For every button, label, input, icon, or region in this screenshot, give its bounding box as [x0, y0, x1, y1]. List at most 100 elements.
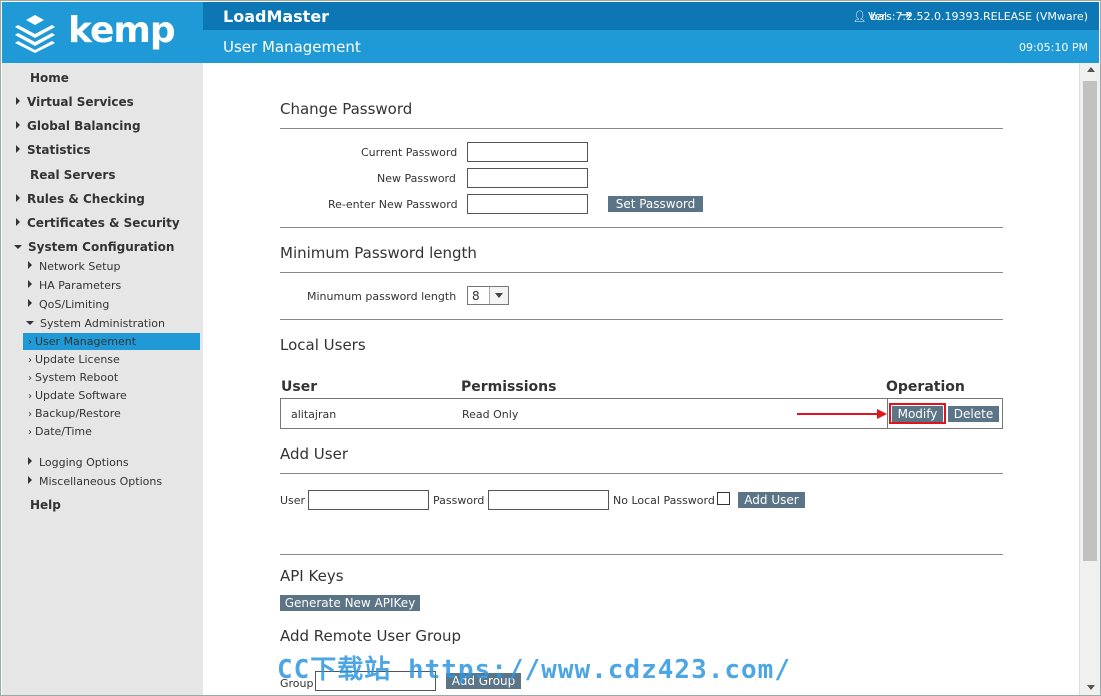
divider: [280, 319, 1003, 320]
add-user-input[interactable]: [308, 490, 429, 510]
nav-ha-parameters[interactable]: HA Parameters: [28, 279, 121, 292]
set-password-button[interactable]: Set Password: [608, 196, 703, 212]
nav-real-servers[interactable]: Real Servers: [30, 168, 116, 182]
nav-virtual-services[interactable]: Virtual Services: [16, 95, 134, 109]
nav-system-reboot[interactable]: › System Reboot: [28, 371, 118, 384]
app-title: LoadMaster: [223, 7, 330, 26]
collapse-icon: [14, 245, 22, 249]
nav-network-setup[interactable]: Network Setup: [28, 260, 120, 273]
divider: [280, 554, 1003, 555]
delete-button[interactable]: Delete: [948, 406, 999, 422]
sub-bar: User Management 09:05:10 PM: [203, 30, 1099, 63]
expand-icon: [28, 476, 32, 484]
expand-icon: [16, 218, 20, 226]
new-password-label: New Password: [377, 172, 456, 185]
vertical-scrollbar[interactable]: [1079, 63, 1100, 695]
nav-label: Certificates & Security: [27, 216, 180, 230]
min-password-label: Minumum password length: [307, 290, 457, 303]
col-operation-header: Operation: [886, 379, 965, 395]
expand-icon: [16, 145, 20, 153]
no-local-password-checkbox[interactable]: [717, 492, 730, 505]
operation-cell: Modify Delete: [887, 398, 1004, 429]
modify-highlight-box: [889, 403, 946, 424]
nav-date-time[interactable]: › Date/Time: [28, 425, 92, 438]
nav-label: System Configuration: [28, 240, 175, 254]
nav-label: System Administration: [40, 317, 166, 330]
nav-system-configuration[interactable]: System Configuration: [14, 240, 174, 254]
nav-label: System Reboot: [35, 371, 119, 384]
current-password-input[interactable]: [467, 142, 588, 162]
chevron-down-icon: [489, 287, 508, 304]
divider: [280, 473, 1003, 474]
sidebar: Home Virtual Services Global Balancing S…: [2, 63, 203, 695]
arrow-right-icon: [877, 409, 887, 419]
expand-icon: [16, 97, 20, 105]
clock: 09:05:10 PM: [1018, 41, 1088, 54]
nav-label: Logging Options: [39, 456, 129, 469]
nav-label: Miscellaneous Options: [39, 475, 163, 488]
current-password-label: Current Password: [361, 146, 458, 159]
nav-label: Update License: [35, 353, 120, 366]
collapse-icon: [26, 321, 34, 325]
add-user-button[interactable]: Add User: [738, 492, 805, 508]
nav-label: Update Software: [35, 389, 127, 402]
nav-update-software[interactable]: › Update Software: [28, 389, 127, 402]
nav-label: Network Setup: [39, 260, 121, 273]
expand-icon: [16, 121, 20, 129]
table-row: alitajran Read Only Modify Delete: [280, 398, 1003, 429]
expand-icon: [28, 299, 32, 307]
reenter-password-label: Re-enter New Password: [328, 198, 458, 211]
min-password-value: 8: [472, 289, 480, 303]
chevron-right-icon: ›: [28, 337, 32, 348]
nav-misc-options[interactable]: Miscellaneous Options: [28, 475, 162, 488]
kemp-logo-icon: [15, 15, 55, 53]
page-title: User Management: [223, 38, 361, 56]
chevron-right-icon: ›: [28, 427, 32, 438]
nav-user-management[interactable]: › User Management: [28, 335, 136, 348]
nav-label: Backup/Restore: [35, 407, 121, 420]
nav-label: Statistics: [27, 143, 91, 157]
add-password-label: Password: [433, 494, 485, 507]
generate-apikey-button[interactable]: Generate New APIKey: [280, 595, 420, 611]
nav-label: Rules & Checking: [27, 192, 145, 206]
nav-backup-restore[interactable]: › Backup/Restore: [28, 407, 121, 420]
chevron-right-icon: ›: [28, 373, 32, 384]
nav-label: Virtual Services: [27, 95, 134, 109]
expand-icon: [28, 457, 32, 465]
nav-qos-limiting[interactable]: QoS/Limiting: [28, 298, 109, 311]
min-password-select[interactable]: 8: [467, 286, 509, 305]
divider: [280, 272, 1003, 273]
min-password-title: Minimum Password length: [280, 244, 477, 262]
scroll-down-icon[interactable]: [1087, 685, 1095, 690]
nav-global-balancing[interactable]: Global Balancing: [16, 119, 141, 133]
api-keys-title: API Keys: [280, 567, 344, 585]
nav-label: HA Parameters: [39, 279, 122, 292]
col-user-header: User: [281, 379, 318, 395]
divider: [280, 227, 1003, 228]
add-password-input[interactable]: [488, 490, 609, 510]
nav-system-administration[interactable]: System Administration: [26, 317, 165, 330]
nav-help[interactable]: Help: [30, 498, 61, 512]
add-user-title: Add User: [280, 445, 348, 463]
user-cell: alitajran: [291, 408, 337, 421]
nav-label: QoS/Limiting: [39, 298, 110, 311]
nav-logging-options[interactable]: Logging Options: [28, 456, 129, 469]
change-password-title: Change Password: [280, 100, 413, 118]
kemp-logo[interactable]: kemp: [2, 2, 203, 63]
add-user-label: User: [280, 494, 306, 507]
new-password-input[interactable]: [467, 168, 588, 188]
reenter-password-input[interactable]: [467, 194, 588, 214]
col-permissions-header: Permissions: [461, 379, 557, 395]
nav-label: Date/Time: [35, 425, 92, 438]
scroll-thumb[interactable]: [1083, 81, 1097, 561]
nav-update-license[interactable]: › Update License: [28, 353, 120, 366]
logo-text: kemp: [68, 10, 176, 51]
version-text: Vers:7.2.52.0.19393.RELEASE (VMware): [868, 10, 1088, 23]
scroll-up-icon[interactable]: [1087, 67, 1095, 72]
nav-rules-checking[interactable]: Rules & Checking: [16, 192, 145, 206]
nav-home[interactable]: Home: [30, 71, 69, 85]
remote-group-title: Add Remote User Group: [280, 627, 462, 645]
nav-statistics[interactable]: Statistics: [16, 143, 91, 157]
app-window: kemp LoadMaster 👤︎ bal ⇥ Vers:7.2.52.0.1…: [0, 0, 1101, 696]
nav-certificates-security[interactable]: Certificates & Security: [16, 216, 180, 230]
